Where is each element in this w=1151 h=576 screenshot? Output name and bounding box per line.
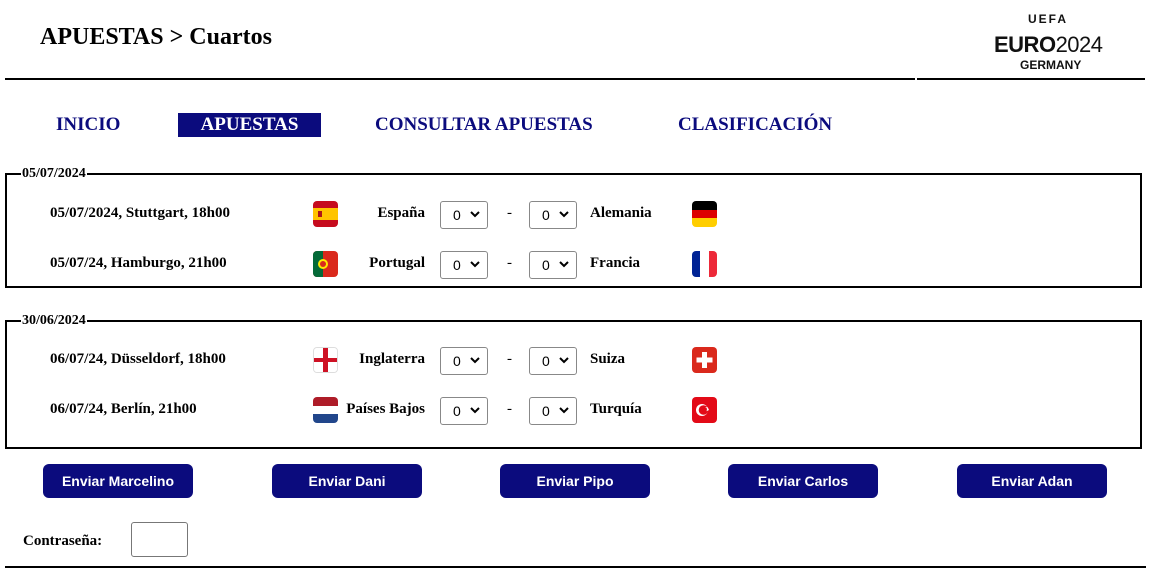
nav-inicio[interactable]: INICIO bbox=[56, 113, 124, 137]
enviar-pipo-button[interactable]: Enviar Pipo bbox=[500, 464, 650, 498]
chevron-down-icon bbox=[559, 261, 569, 268]
password-label: Contraseña: bbox=[23, 533, 103, 549]
chevron-down-icon bbox=[470, 211, 480, 218]
enviar-dani-button[interactable]: Enviar Dani bbox=[272, 464, 422, 498]
enviar-marcelino-button[interactable]: Enviar Marcelino bbox=[43, 464, 193, 498]
home-team: Inglaterra bbox=[359, 351, 425, 367]
home-team: Portugal bbox=[369, 255, 425, 271]
enviar-adan-button[interactable]: Enviar Adan bbox=[957, 464, 1107, 498]
logo-euro-text: EURO2024 bbox=[994, 32, 1103, 57]
chevron-down-icon bbox=[559, 211, 569, 218]
header-divider-right bbox=[917, 78, 1145, 80]
home-score-select[interactable]: 0 bbox=[440, 251, 488, 279]
away-score-select[interactable]: 0 bbox=[529, 201, 577, 229]
turkey-flag-icon bbox=[692, 397, 717, 423]
nav-clasificacion[interactable]: CLASIFICACIÓN bbox=[678, 113, 842, 137]
netherlands-flag-icon bbox=[313, 397, 338, 423]
match-group: 30/06/2024 bbox=[5, 313, 1142, 449]
away-team: Alemania bbox=[590, 205, 652, 221]
match-row: 06/07/24, Berlín, 21h00 Países Bajos 0 -… bbox=[7, 397, 1137, 425]
away-team: Turquía bbox=[590, 401, 642, 417]
nav-consultar-apuestas[interactable]: CONSULTAR APUESTAS bbox=[375, 113, 605, 137]
chevron-down-icon bbox=[470, 407, 480, 414]
germany-flag-icon bbox=[692, 201, 717, 227]
portugal-flag-icon bbox=[313, 251, 338, 277]
page-title: APUESTAS > Cuartos bbox=[40, 24, 272, 50]
match-row: 06/07/24, Düsseldorf, 18h00 Inglaterra 0… bbox=[7, 347, 1137, 375]
england-flag-icon bbox=[313, 347, 338, 373]
score-separator: - bbox=[507, 255, 512, 271]
nav-apuestas[interactable]: APUESTAS bbox=[178, 113, 321, 137]
away-score-select[interactable]: 0 bbox=[529, 347, 577, 375]
match-row: 05/07/24, Hamburgo, 21h00 Portugal 0 - 0… bbox=[7, 251, 1137, 279]
logo-country-text: GERMANY bbox=[1020, 58, 1082, 72]
enviar-carlos-button[interactable]: Enviar Carlos bbox=[728, 464, 878, 498]
logo-uefa-text: UEFA bbox=[1028, 12, 1069, 26]
home-score-select[interactable]: 0 bbox=[440, 397, 488, 425]
home-team: Países Bajos bbox=[346, 401, 425, 417]
home-score-select[interactable]: 0 bbox=[440, 201, 488, 229]
score-separator: - bbox=[507, 351, 512, 367]
away-score-select[interactable]: 0 bbox=[529, 397, 577, 425]
home-team: España bbox=[377, 205, 425, 221]
away-score-select[interactable]: 0 bbox=[529, 251, 577, 279]
header-divider-left bbox=[5, 78, 915, 80]
match-info: 06/07/24, Düsseldorf, 18h00 bbox=[50, 351, 226, 367]
chevron-down-icon bbox=[470, 357, 480, 364]
match-info: 05/07/2024, Stuttgart, 18h00 bbox=[50, 205, 230, 221]
group-date: 05/07/2024 bbox=[22, 166, 86, 181]
footer-divider bbox=[5, 566, 1146, 568]
away-team: Francia bbox=[590, 255, 640, 271]
match-info: 05/07/24, Hamburgo, 21h00 bbox=[50, 255, 227, 271]
switzerland-flag-icon bbox=[692, 347, 717, 373]
chevron-down-icon bbox=[559, 407, 569, 414]
euro2024-logo: UEFA EURO2024 GERMANY bbox=[992, 12, 1116, 74]
password-input[interactable] bbox=[131, 522, 188, 557]
away-team: Suiza bbox=[590, 351, 626, 367]
match-row: 05/07/2024, Stuttgart, 18h00 España 0 - … bbox=[7, 201, 1137, 229]
score-separator: - bbox=[507, 401, 512, 417]
spain-flag-icon bbox=[313, 201, 338, 227]
home-score-select[interactable]: 0 bbox=[440, 347, 488, 375]
france-flag-icon bbox=[692, 251, 717, 277]
match-info: 06/07/24, Berlín, 21h00 bbox=[50, 401, 197, 417]
group-date: 30/06/2024 bbox=[22, 313, 86, 328]
chevron-down-icon bbox=[559, 357, 569, 364]
score-separator: - bbox=[507, 205, 512, 221]
chevron-down-icon bbox=[470, 261, 480, 268]
